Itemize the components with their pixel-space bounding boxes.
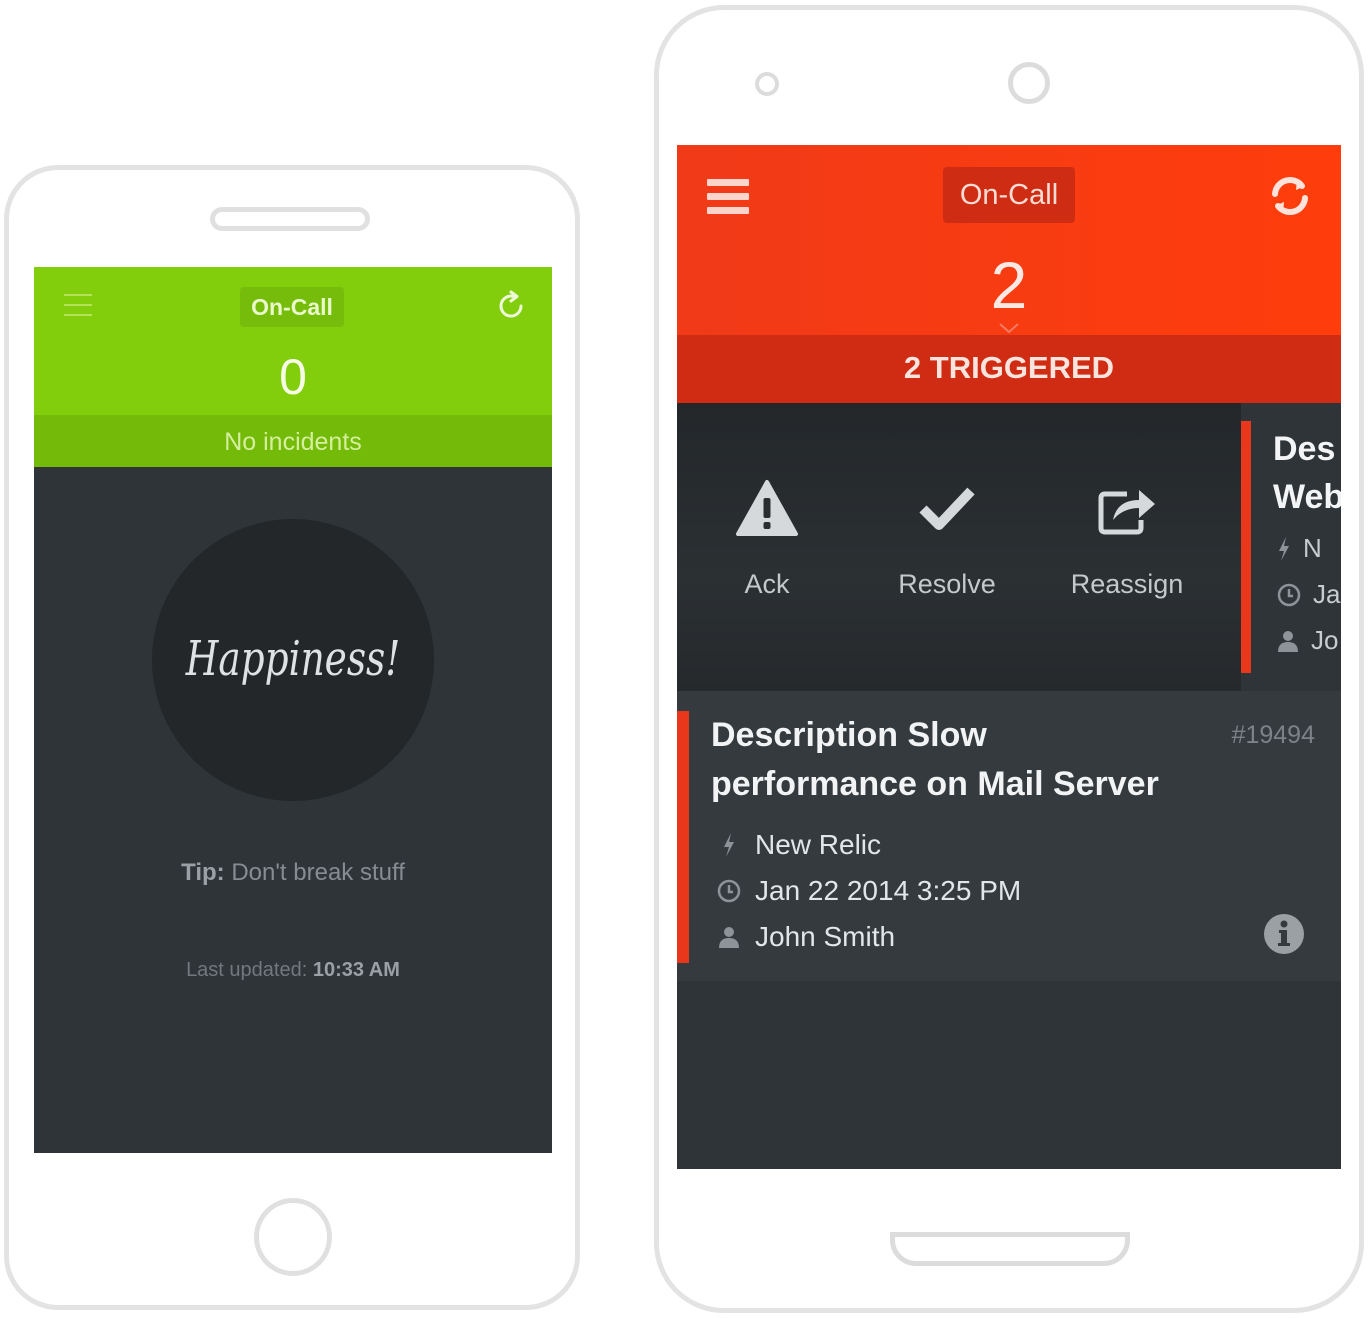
swipe-action-panel: Ack Resolve Reassign (677, 403, 1241, 691)
left-phone-speaker (210, 207, 370, 231)
incident-source: New Relic (717, 829, 1277, 861)
incident-time: Jan 22 2014 3:25 PM (717, 875, 1277, 907)
happiness-text: Happiness! (185, 631, 401, 687)
left-phone-screen: On-Call 0 No incidents Happiness! Tip: D… (34, 267, 552, 1153)
incident-count: 0 (279, 349, 307, 405)
oncall-title: On-Call (943, 167, 1075, 223)
tip-label: Tip: (181, 859, 225, 886)
info-icon[interactable] (1263, 913, 1305, 955)
status-bar: No incidents (34, 415, 552, 467)
clock-icon (1277, 583, 1301, 606)
incident-card[interactable]: Description Slow performance on Mail Ser… (677, 691, 1341, 981)
peek-title: Des Web (1273, 430, 1341, 516)
happiness-badge: Happiness! (152, 519, 434, 801)
oncall-title: On-Call (240, 287, 344, 327)
refresh-icon[interactable] (494, 289, 528, 323)
user-icon (719, 927, 739, 948)
incident-id: #19494 (1231, 721, 1315, 749)
peek-assignee: Jo (1277, 625, 1341, 656)
right-phone-sensor (1008, 62, 1050, 104)
left-header: On-Call 0 (34, 267, 552, 415)
incident-card-peek[interactable]: Des Web N Ja Jo (1241, 403, 1341, 691)
incident-count: 2 (990, 248, 1028, 322)
right-phone-camera (755, 72, 779, 96)
last-updated-label: Last updated: (186, 959, 308, 981)
bolt-icon (1279, 536, 1289, 561)
warning-icon (736, 480, 798, 536)
severity-bar (1241, 421, 1251, 673)
reassign-button[interactable]: Reassign (1037, 473, 1217, 600)
share-icon (1098, 490, 1155, 535)
ack-label: Ack (744, 569, 790, 599)
ack-button[interactable]: Ack (677, 473, 857, 600)
resolve-button[interactable]: Resolve (857, 473, 1037, 600)
last-updated-time: 10:33 AM (312, 959, 400, 981)
right-phone-screen: On-Call 2 2 TRIGGERED Ack Resolve Reassi… (677, 145, 1341, 1169)
peek-source: N (1277, 533, 1341, 564)
triggered-status-bar[interactable]: 2 TRIGGERED (677, 335, 1341, 403)
hamburger-icon[interactable] (64, 294, 92, 318)
hamburger-icon[interactable] (707, 179, 749, 215)
left-phone-home-button (254, 1198, 332, 1276)
resolve-label: Resolve (898, 569, 996, 599)
tip-text: Tip: Don't break stuff (34, 859, 552, 887)
reassign-label: Reassign (1070, 569, 1184, 599)
bolt-icon (724, 833, 734, 857)
incident-assignee: John Smith (717, 921, 1277, 953)
user-icon (1278, 630, 1298, 652)
peek-time: Ja (1277, 579, 1341, 610)
severity-bar (677, 711, 689, 963)
last-updated: Last updated: 10:33 AM (34, 959, 552, 982)
sync-icon[interactable] (1267, 173, 1313, 219)
incident-title: Description Slow performance on Mail Ser… (711, 716, 1159, 803)
tip-message: Don't break stuff (231, 859, 405, 886)
chevron-down-icon (997, 321, 1021, 334)
right-phone-bottom-bar (890, 1232, 1130, 1266)
checkmark-icon (919, 487, 975, 530)
clock-icon (717, 879, 741, 903)
right-header: On-Call 2 (677, 145, 1341, 335)
